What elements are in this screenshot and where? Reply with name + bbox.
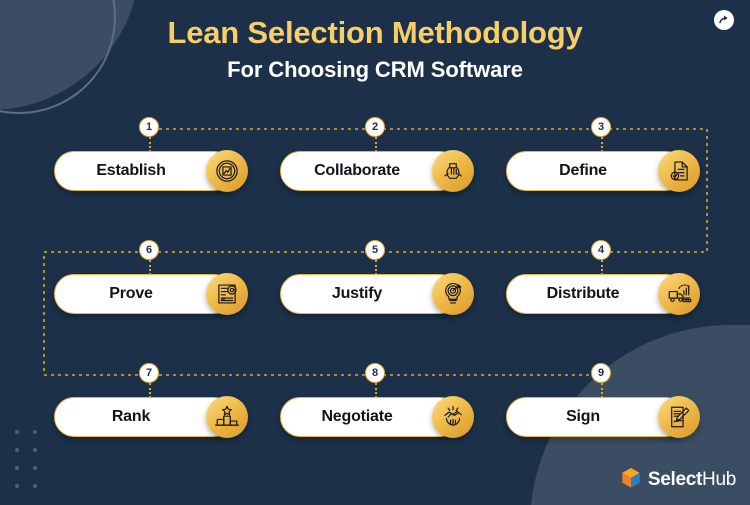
signature-pen-icon — [658, 396, 700, 438]
logo-text: SelectHub — [648, 469, 736, 491]
lightbulb-target-icon — [432, 273, 474, 315]
step-label: Sign — [566, 408, 600, 425]
document-check-icon — [658, 150, 700, 192]
page-subtitle: For Choosing CRM Software — [227, 57, 523, 83]
step-label: Distribute — [546, 285, 620, 302]
selecthub-cube-icon — [621, 467, 641, 493]
step-label: Collaborate — [314, 162, 400, 179]
steps-row-3: 7 Rank 8 Negotiate 9 Sign — [0, 356, 750, 479]
page-title: Lean Selection Methodology — [167, 15, 583, 50]
step-number-badge: 2 — [365, 117, 385, 137]
steps-row-1: 1 Establish 2 Collaborate 3 Define — [0, 110, 750, 233]
step-label: Negotiate — [321, 408, 393, 425]
step-distribute[interactable]: 4 Distribute — [506, 233, 700, 356]
presentation-report-icon — [206, 273, 248, 315]
step-number-badge: 5 — [365, 240, 385, 260]
step-number-badge: 9 — [591, 363, 611, 383]
seal-badge-chart-icon — [206, 150, 248, 192]
step-number-badge: 8 — [365, 363, 385, 383]
header: Lean Selection Methodology For Choosing … — [0, 14, 750, 83]
steps-row-2: 6 Prove 5 Justify 4 Distribute — [0, 233, 750, 356]
step-number-badge: 3 — [591, 117, 611, 137]
step-prove[interactable]: 6 Prove — [54, 233, 248, 356]
podium-star-icon — [206, 396, 248, 438]
infographic-canvas: Lean Selection Methodology For Choosing … — [0, 0, 750, 505]
step-label: Establish — [96, 162, 166, 179]
step-sign[interactable]: 9 Sign — [506, 356, 700, 479]
step-rank[interactable]: 7 Rank — [54, 356, 248, 479]
step-define[interactable]: 3 Define — [506, 110, 700, 233]
step-number-badge: 7 — [139, 363, 159, 383]
steps-flow: 1 Establish 2 Collaborate 3 Define 6 Prove 5… — [0, 110, 750, 460]
step-label: Prove — [109, 285, 153, 302]
step-justify[interactable]: 5 Justify — [280, 233, 474, 356]
step-number-badge: 6 — [139, 240, 159, 260]
step-establish[interactable]: 1 Establish — [54, 110, 248, 233]
step-negotiate[interactable]: 8 Negotiate — [280, 356, 474, 479]
step-label: Justify — [331, 285, 383, 302]
logo-text-light: Hub — [702, 469, 736, 490]
step-number-badge: 4 — [591, 240, 611, 260]
handshake-hands-icon — [432, 150, 474, 192]
delivery-truck-icon — [658, 273, 700, 315]
negotiation-hands-icon — [432, 396, 474, 438]
step-label: Rank — [111, 408, 151, 425]
step-collaborate[interactable]: 2 Collaborate — [280, 110, 474, 233]
step-number-badge: 1 — [139, 117, 159, 137]
step-label: Define — [559, 162, 607, 179]
selecthub-logo[interactable]: SelectHub — [621, 467, 736, 493]
logo-text-bold: Select — [647, 469, 703, 490]
